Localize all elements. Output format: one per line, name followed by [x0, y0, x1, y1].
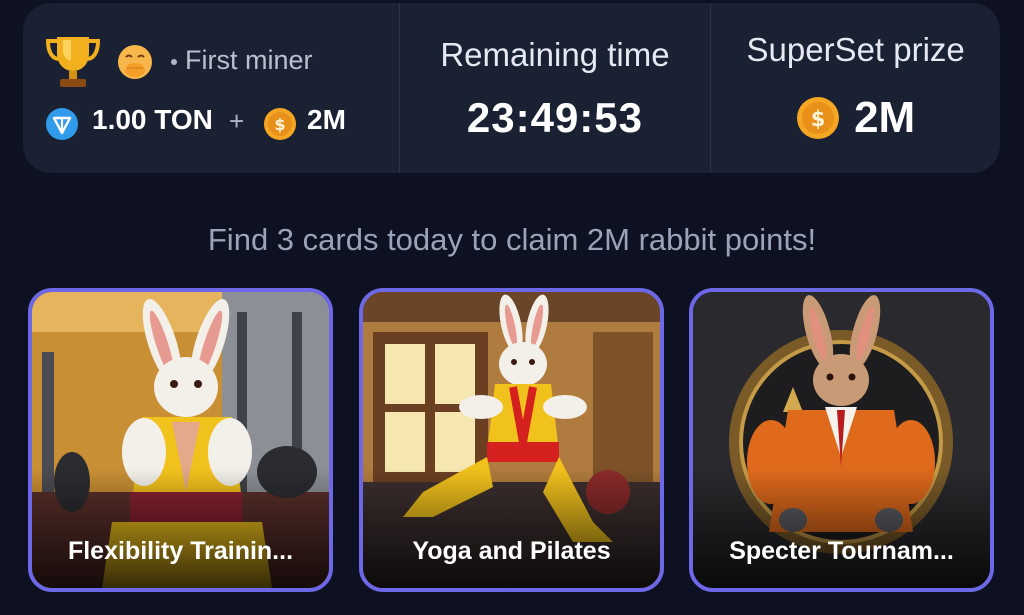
plus-sign: + — [229, 106, 245, 136]
first-miner-label: First miner — [185, 45, 313, 75]
card-title: Flexibility Trainin... — [67, 537, 294, 565]
prize-amount: 2M — [854, 93, 916, 142]
coin-icon: $ — [797, 97, 840, 139]
superset-prize-section: SuperSet prize $ 2M — [711, 3, 1000, 173]
coin-icon: $ — [264, 108, 296, 140]
remaining-time-title: Remaining time — [440, 36, 670, 73]
first-miner-section: First miner 1.00 TON + $ 2M — [23, 3, 399, 173]
trophy-icon — [45, 37, 101, 87]
card-title: Specter Tournam... — [729, 537, 954, 565]
countdown-timer: 23:49:53 — [466, 94, 644, 141]
card-shade — [363, 468, 660, 588]
card-title: Yoga and Pilates — [412, 537, 611, 565]
svg-text:$: $ — [274, 115, 285, 134]
remaining-time-section: Remaining time 23:49:53 — [398, 3, 712, 173]
card-shade — [693, 468, 990, 588]
combo-card-flexibility[interactable]: Flexibility Trainin... — [28, 288, 333, 592]
separator-dot — [171, 59, 177, 65]
prize-value: $ 2M — [711, 93, 1000, 143]
hand-over-mouth-emoji-icon — [118, 45, 152, 79]
ton-reward-amount: 1.00 TON — [92, 104, 213, 135]
svg-text:$: $ — [811, 107, 826, 131]
combo-card-yoga-pilates[interactable]: Yoga and Pilates — [359, 288, 664, 592]
combo-card-specter-tournament[interactable]: Specter Tournam... — [689, 288, 994, 592]
stats-panel: First miner 1.00 TON + $ 2M Remaining ti… — [23, 3, 1000, 173]
card-shade — [32, 468, 329, 588]
coin-reward-amount: 2M — [307, 104, 346, 135]
superset-screen: First miner 1.00 TON + $ 2M Remaining ti… — [0, 0, 1024, 615]
superset-prize-title: SuperSet prize — [746, 31, 965, 68]
daily-combo-instructions: Find 3 cards today to claim 2M rabbit po… — [207, 222, 817, 257]
ton-icon — [46, 108, 78, 140]
